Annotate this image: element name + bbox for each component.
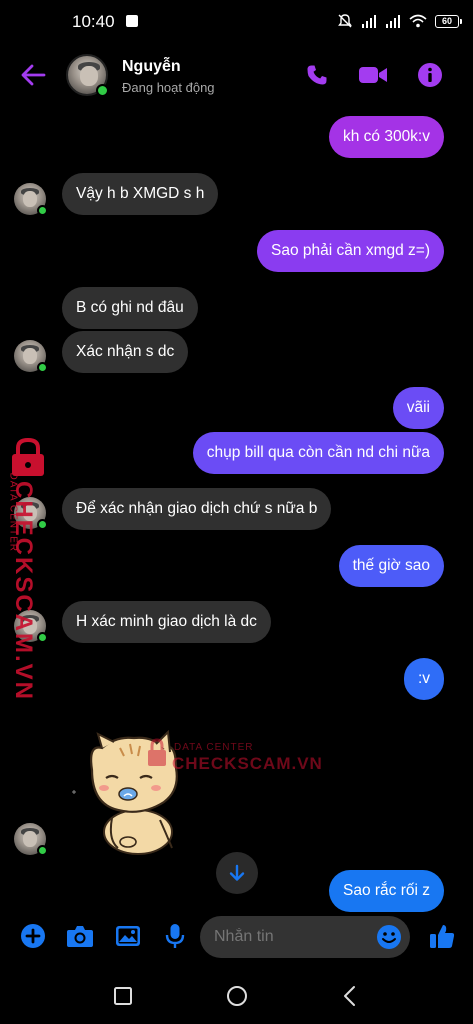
- plus-circle-icon: [21, 924, 45, 948]
- message-incoming[interactable]: H xác minh giao dịch là dc: [62, 601, 271, 643]
- thumbs-up-icon: [430, 925, 455, 948]
- message-composer: [0, 912, 473, 962]
- message-incoming[interactable]: Để xác nhận giao dịch chứ s nữa b: [62, 488, 332, 530]
- like-button[interactable]: [428, 922, 456, 950]
- message-outgoing[interactable]: chụp bill qua còn cần nd chi nữa: [192, 432, 444, 474]
- online-indicator: [37, 362, 48, 373]
- phone-icon: [307, 65, 327, 85]
- wifi-icon: [409, 14, 427, 28]
- video-call-button[interactable]: [358, 60, 388, 90]
- signal-icon: [362, 15, 376, 28]
- message-input[interactable]: [214, 916, 364, 958]
- battery-icon: 60: [435, 14, 462, 28]
- message-outgoing[interactable]: kh có 300k:v: [328, 116, 444, 158]
- gallery-button[interactable]: [114, 922, 142, 950]
- recents-button[interactable]: [111, 984, 135, 1008]
- message-outgoing[interactable]: Sao phải cần xmgd z=): [257, 230, 444, 272]
- contact-name[interactable]: Nguyễn: [122, 58, 181, 76]
- back-arrow-icon: [21, 64, 46, 86]
- message-outgoing[interactable]: vãii: [392, 387, 444, 429]
- status-time: 10:40: [72, 12, 115, 31]
- message-incoming[interactable]: Xác nhận s dc: [62, 331, 189, 373]
- watermark-tagline: DATA CENTER: [174, 742, 254, 753]
- image-notification-icon: [126, 15, 138, 27]
- mute-icon: [338, 14, 352, 28]
- scroll-to-bottom-button[interactable]: [216, 852, 258, 894]
- square-icon: [114, 987, 132, 1005]
- online-indicator: [96, 84, 109, 97]
- back-button[interactable]: [18, 60, 48, 90]
- online-indicator: [37, 845, 48, 856]
- contact-status: Đang hoạt động: [122, 80, 215, 95]
- online-indicator: [37, 519, 48, 530]
- status-icons: 60: [337, 11, 462, 31]
- video-camera-icon: [359, 67, 387, 83]
- watermark-tagline: DATA CENTER: [7, 472, 19, 553]
- circle-icon: [227, 986, 247, 1006]
- arrow-down-icon: [229, 864, 245, 881]
- message-outgoing[interactable]: Sao rắc rối z: [328, 870, 444, 912]
- online-indicator: [37, 632, 48, 643]
- signal-icon-2: [386, 15, 400, 28]
- message-outgoing[interactable]: thế giờ sao: [338, 545, 444, 587]
- more-actions-button[interactable]: [19, 922, 47, 950]
- info-button[interactable]: [415, 60, 445, 90]
- chevron-left-icon: [344, 986, 355, 1006]
- message-outgoing[interactable]: :v: [403, 658, 444, 700]
- image-icon: [116, 926, 140, 946]
- message-input-container[interactable]: [200, 916, 410, 958]
- online-indicator: [37, 205, 48, 216]
- camera-button[interactable]: [66, 922, 94, 950]
- emoji-icon[interactable]: [376, 924, 402, 950]
- message-incoming[interactable]: B có ghi nd đâu: [62, 287, 198, 329]
- status-bar: 10:40 60: [0, 0, 473, 44]
- home-button[interactable]: [225, 984, 249, 1008]
- info-icon: [418, 63, 442, 87]
- system-nav-bar: [0, 966, 473, 1024]
- voice-message-button[interactable]: [161, 922, 189, 950]
- chat-header: Nguyễn Đang hoạt động: [0, 44, 473, 108]
- camera-icon: [67, 926, 93, 947]
- watermark-brand: CHECKSCAM.VN: [172, 754, 323, 773]
- back-nav-button[interactable]: [338, 984, 362, 1008]
- voice-call-button[interactable]: [302, 60, 332, 90]
- microphone-icon: [165, 924, 185, 948]
- message-incoming[interactable]: Vậy h b XMGD s h: [62, 173, 219, 215]
- lock-icon: [148, 738, 166, 766]
